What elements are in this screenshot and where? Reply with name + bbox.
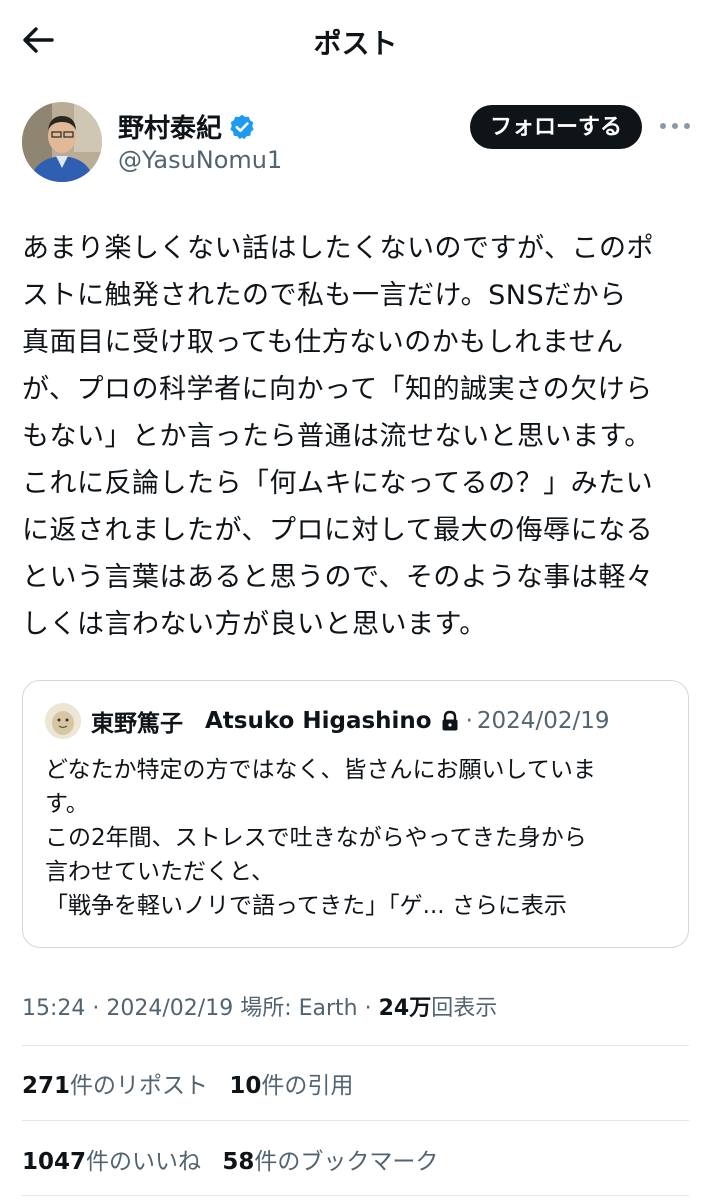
post-text: あまり楽しくない話はしたくないのですが、このポ ストに触発されたので私も一言だけ… (22, 233, 654, 640)
author-handle[interactable]: @YasuNomu1 (118, 146, 282, 174)
separator: · (465, 708, 473, 734)
top-bar: ポスト (0, 0, 711, 80)
follow-button[interactable]: フォローする (469, 105, 642, 149)
dot (672, 123, 678, 129)
divider (22, 1045, 689, 1046)
likes-stat[interactable]: 1047件のいいね (22, 1149, 201, 1175)
bookmarks-stat[interactable]: 58件のブックマーク (222, 1149, 438, 1175)
divider (22, 1195, 689, 1196)
post-time[interactable]: 15:24 (22, 996, 85, 1021)
view-label: 回表示 (431, 996, 498, 1021)
quoted-author-name: 東野篤子 (91, 711, 183, 737)
quote-count: 10 (229, 1073, 262, 1099)
author-name[interactable]: 野村泰紀 (118, 108, 222, 145)
quotes-stat[interactable]: 10件の引用 (229, 1073, 353, 1099)
like-count: 1047 (22, 1149, 87, 1175)
post-meta: 15:24 · 2024/02/19 場所: Earth · 24万回表示 (22, 990, 497, 1022)
name-row: 野村泰紀 (118, 108, 256, 145)
stats-row-reposts: 271件のリポスト 10件の引用 (22, 1066, 367, 1100)
lock-icon (442, 710, 458, 731)
reposts-stat[interactable]: 271件のリポスト (22, 1073, 208, 1099)
show-more-link[interactable]: さらに表示 (445, 893, 567, 919)
repost-label: 件のリポスト (70, 1073, 209, 1099)
repost-count: 271 (22, 1073, 71, 1099)
like-label: 件のいいね (86, 1149, 202, 1175)
bookmark-label: 件のブックマーク (254, 1149, 439, 1175)
divider (22, 1120, 689, 1121)
dot (660, 123, 666, 129)
quoted-author-display: Atsuko Higashino (205, 708, 432, 734)
quoted-post-header: 東野篤子 Atsuko Higashino · 2024/02/19 (45, 703, 609, 739)
more-dots-icon[interactable] (660, 114, 690, 138)
stats-row-likes: 1047件のいいね 58件のブックマーク (22, 1142, 452, 1176)
post-location: 場所: Earth (233, 996, 358, 1021)
quoted-post[interactable]: 東野篤子 Atsuko Higashino · 2024/02/19 どなたか特… (22, 680, 689, 948)
verified-badge-icon (230, 114, 254, 139)
avatar[interactable] (22, 102, 102, 182)
post-date[interactable]: 2024/02/19 (106, 996, 233, 1021)
quoted-date: 2024/02/19 (476, 708, 610, 734)
page-title: ポスト (313, 27, 398, 60)
quote-label: 件の引用 (261, 1073, 354, 1099)
quoted-avatar (45, 703, 81, 739)
view-count: 24万 (378, 996, 432, 1021)
post-author: 野村泰紀 @YasuNomu1 フォローする (22, 102, 690, 186)
dot (684, 123, 690, 129)
separator: · (357, 996, 379, 1021)
separator: · (85, 996, 107, 1021)
bookmark-count: 58 (222, 1149, 255, 1175)
quoted-text: どなたか特定の方ではなく、皆さんにお願いしていま す。 この2年間、ストレスで吐… (45, 753, 675, 923)
